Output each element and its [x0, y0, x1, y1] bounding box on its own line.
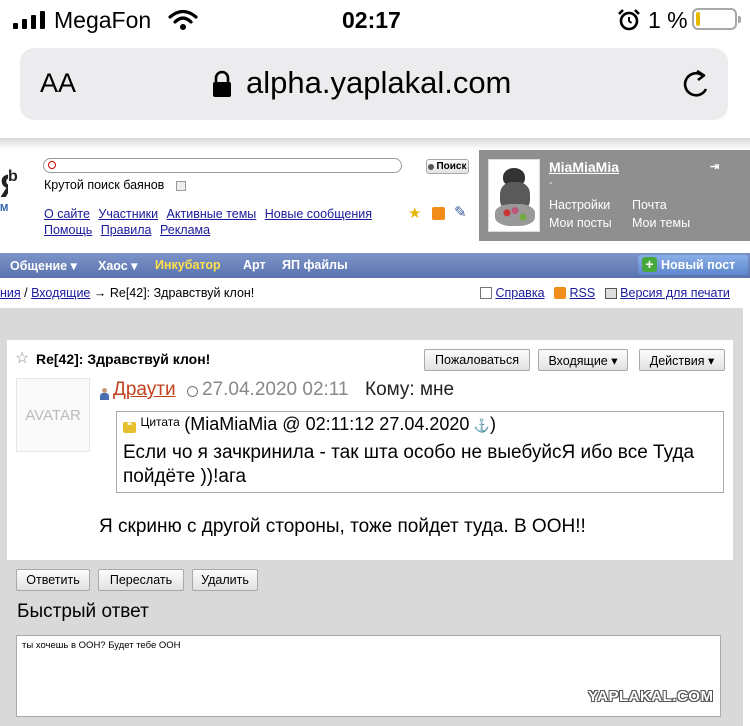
breadcrumb: ния / Входящие → Re[42]: Здравствуй клон…: [0, 286, 254, 300]
user-status-icon: [99, 388, 110, 400]
quote-text: Если чо я зачкринила - так шта особо не …: [123, 442, 695, 487]
lock-icon: [213, 70, 231, 97]
message-title: Re[42]: Здравствуй клон!: [36, 351, 211, 367]
logo-letter: b: [8, 168, 18, 185]
quote-meta-end: ): [490, 414, 497, 434]
user-avatar[interactable]: [488, 159, 540, 232]
actions-dropdown[interactable]: Действия ▾: [639, 349, 725, 371]
logo-subtext: M: [0, 203, 9, 214]
carrier-name: MegaFon: [54, 7, 152, 33]
print-icon: [604, 288, 617, 299]
search-input[interactable]: [43, 158, 402, 173]
inbox-dropdown[interactable]: Входящие ▾: [538, 349, 628, 371]
wifi-icon: [168, 9, 198, 30]
battery-percent: 1 %: [648, 7, 688, 33]
link-my-posts[interactable]: Мои посты: [549, 216, 612, 230]
rss-icon[interactable]: [432, 207, 445, 220]
breadcrumb-separator: /: [24, 286, 28, 300]
nav-obshchenie[interactable]: Общение ▾: [10, 258, 77, 273]
link-new-messages[interactable]: Новые сообщения: [265, 207, 372, 221]
username-link[interactable]: MiaMiaMia: [549, 159, 619, 175]
link-active-topics[interactable]: Активные темы: [167, 207, 257, 221]
signal-bars-icon: [13, 11, 47, 29]
nav-yap-files[interactable]: ЯП файлы: [282, 258, 348, 272]
user-subtitle: -: [549, 177, 553, 189]
avatar-label: AVATAR: [25, 406, 81, 424]
forward-button[interactable]: Переслать: [98, 569, 184, 591]
rss-small-icon: [554, 287, 567, 299]
user-panel: MiaMiaMia - ⇥ Настройки Почта Мои посты …: [479, 150, 750, 241]
search-button[interactable]: Поиск: [426, 159, 469, 174]
quote-icon: ❝: [123, 422, 136, 433]
quote-box: ❝ Цитата (MiaMiaMia @ 02:11:12 27.04.202…: [116, 411, 724, 493]
reply-button[interactable]: Ответить: [16, 569, 90, 591]
url-text[interactable]: alpha.yaplakal.com: [246, 65, 511, 101]
screen: { "status_bar":{"carrier":"MegaFon","tim…: [0, 0, 750, 726]
link-ads[interactable]: Реклама: [160, 223, 210, 237]
main-nav: Общение ▾ Хаос ▾ Инкубатор Арт ЯП файлы …: [0, 253, 750, 278]
quote-label: Цитата: [140, 415, 180, 429]
link-help[interactable]: Помощь: [44, 223, 92, 237]
breadcrumb-current: Re[42]: Здравствуй клон!: [109, 286, 255, 300]
delete-button[interactable]: Удалить: [192, 569, 258, 591]
quote-meta: (MiaMiaMia @ 02:11:12 27.04.2020: [184, 414, 470, 434]
page-tools: Справка RSS Версия для печати: [480, 286, 730, 300]
search-help-icon[interactable]: [176, 181, 186, 191]
watermark: YAPLAKAL.COM: [588, 688, 714, 705]
search-button-icon: [428, 163, 435, 170]
header-links-row2: Помощь Правила Реклама: [44, 221, 210, 239]
nav-inkubator[interactable]: Инкубатор: [155, 258, 221, 272]
quick-reply-text: ты хочешь в ООН? Будет тебе ООН: [22, 640, 181, 651]
breadcrumb-arrow: →: [93, 286, 107, 300]
complain-button[interactable]: Пожаловаться: [424, 349, 530, 371]
link-help-page[interactable]: Справка: [495, 286, 544, 300]
search-icon: [48, 161, 56, 169]
nav-khaos[interactable]: Хаос ▾: [98, 258, 137, 273]
link-print[interactable]: Версия для печати: [620, 286, 730, 300]
address-bar[interactable]: AA alpha.yaplakal.com: [20, 48, 728, 120]
author-link[interactable]: Драути: [113, 379, 176, 401]
message-recipient: Кому: мне: [365, 379, 455, 400]
new-post-button[interactable]: + Новый пост: [638, 255, 748, 275]
star-icon[interactable]: ★: [408, 204, 421, 222]
search-button-label: Поиск: [436, 161, 467, 172]
battery-icon: [692, 8, 741, 30]
logout-icon[interactable]: ⇥: [710, 160, 719, 173]
star-outline-icon[interactable]: ☆: [15, 348, 29, 368]
clock-icon: [187, 386, 198, 397]
message-body: Я скриню с другой стороны, тоже пойдет т…: [99, 516, 586, 537]
text-size-button[interactable]: AA: [40, 68, 76, 99]
link-settings[interactable]: Настройки: [549, 198, 610, 212]
search-hint: Крутой поиск баянов: [44, 178, 165, 192]
page-top-gradient: [0, 138, 750, 150]
pen-icon[interactable]: ✎: [454, 203, 467, 221]
link-mail[interactable]: Почта: [632, 198, 667, 212]
quote-header: ❝ Цитата (MiaMiaMia @ 02:11:12 27.04.202…: [123, 414, 496, 435]
help-icon: [480, 287, 492, 299]
link-my-topics[interactable]: Мои темы: [632, 216, 690, 230]
breadcrumb-inbox[interactable]: Входящие: [31, 286, 90, 300]
link-about[interactable]: О сайте: [44, 207, 90, 221]
avatar-placeholder: AVATAR: [16, 378, 90, 452]
quick-reply-heading: Быстрый ответ: [17, 601, 149, 622]
new-post-label: Новый пост: [661, 258, 736, 272]
clock-time: 02:17: [342, 7, 401, 33]
alarm-icon: [618, 9, 640, 31]
reload-icon[interactable]: [680, 68, 714, 102]
nav-art[interactable]: Арт: [243, 258, 266, 272]
plus-icon: +: [642, 257, 657, 272]
breadcrumb-section[interactable]: ния: [0, 286, 21, 300]
link-rules[interactable]: Правила: [101, 223, 152, 237]
link-members[interactable]: Участники: [98, 207, 158, 221]
message-date: 27.04.2020 02:11: [202, 379, 349, 400]
link-rss[interactable]: RSS: [570, 286, 596, 300]
logo-fragment: Яb: [0, 168, 18, 205]
anchor-icon[interactable]: ⚓: [474, 418, 490, 433]
